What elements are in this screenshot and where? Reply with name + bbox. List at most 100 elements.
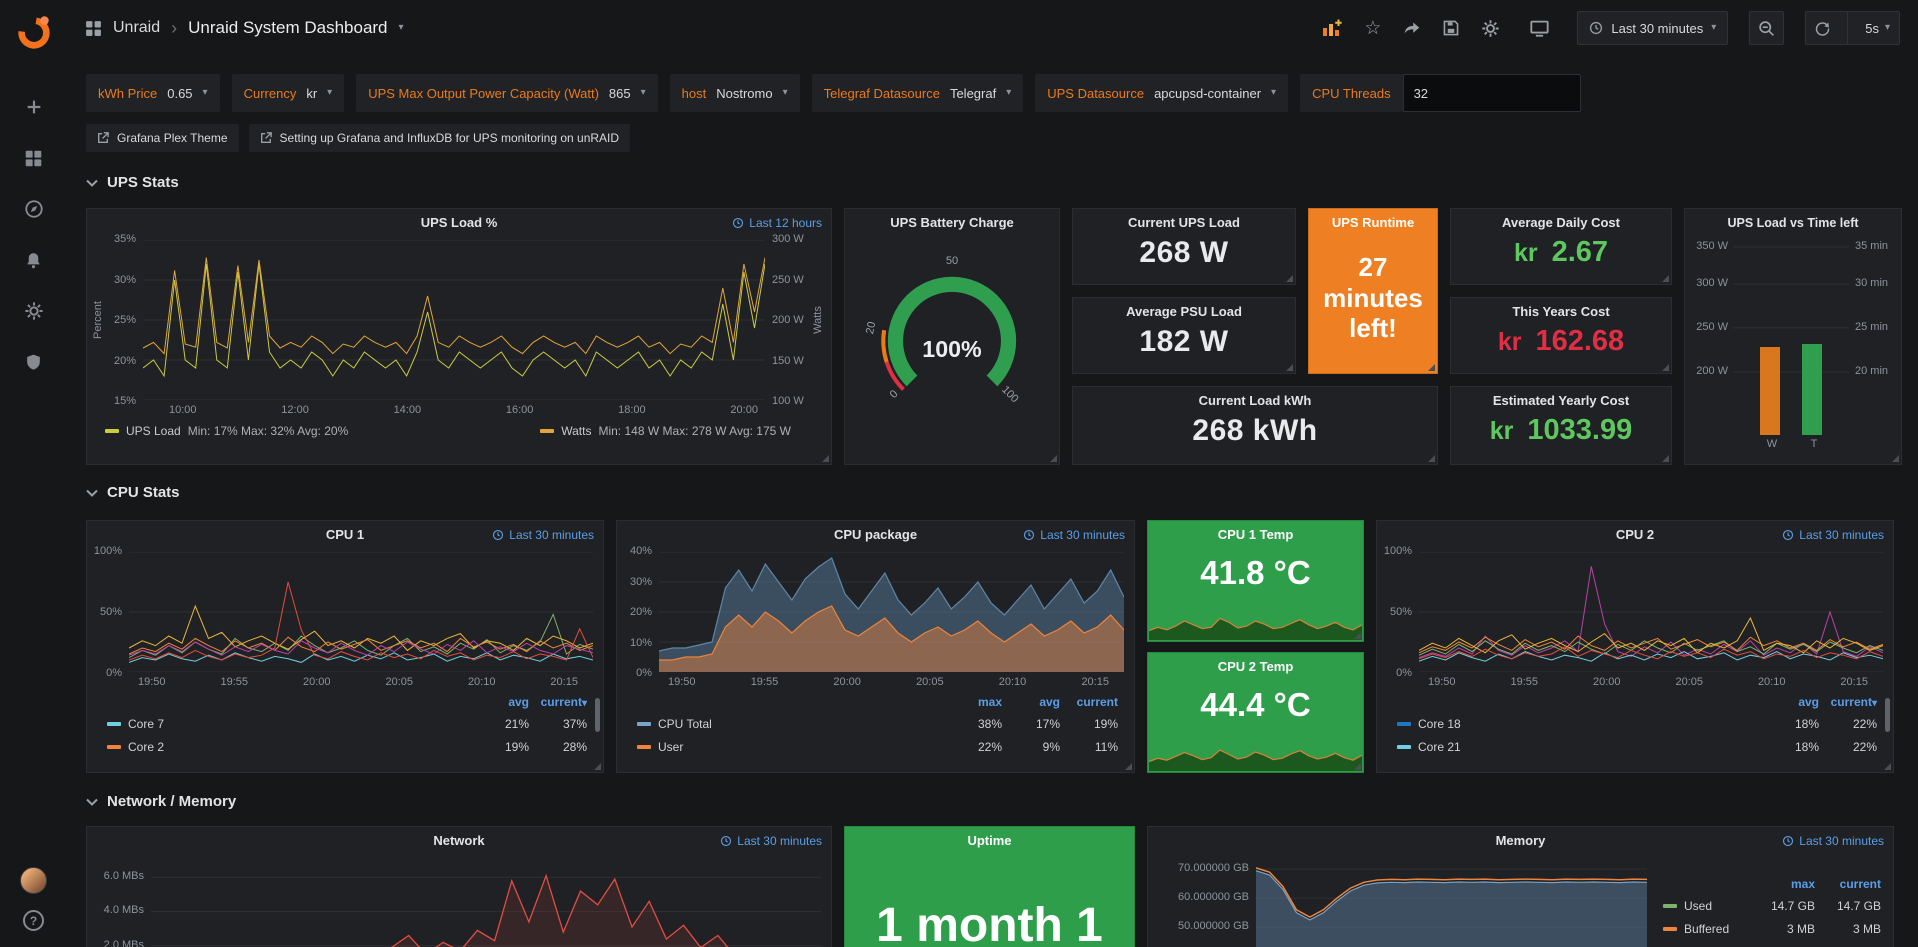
link-ups-monitoring-guide[interactable]: Setting up Grafana and InfluxDB for UPS … xyxy=(249,124,631,152)
legend-series-toggle[interactable]: Core 7 xyxy=(107,717,471,731)
zoom-out-button[interactable] xyxy=(1749,11,1784,45)
panel-title[interactable]: Current Load kWh xyxy=(1199,393,1312,408)
explore-icon[interactable] xyxy=(23,198,45,220)
legend-series-toggle[interactable]: Core 2 xyxy=(107,740,471,754)
dashboard-caret-icon[interactable]: ▾ xyxy=(399,23,404,33)
legend-scrollbar[interactable] xyxy=(595,698,600,732)
variable-telegraf-datasource[interactable]: Telegraf DatasourceTelegraf▾ xyxy=(812,74,1024,112)
help-icon[interactable]: ? xyxy=(23,910,44,931)
legend-series-toggle[interactable]: Core 18 xyxy=(1397,717,1761,731)
variable-kwh-price[interactable]: kWh Price0.65▾ xyxy=(86,74,220,112)
dashboard-title[interactable]: Unraid System Dashboard xyxy=(188,18,387,38)
apps-grid-icon[interactable] xyxy=(85,20,102,37)
legend-series-toggle[interactable]: Core 21 xyxy=(1397,740,1761,754)
refresh-button[interactable] xyxy=(1806,12,1839,44)
cpu2-chart[interactable] xyxy=(1419,552,1883,672)
panel-title[interactable]: CPU 2 Temp xyxy=(1218,659,1294,674)
legend-sort-current[interactable]: current xyxy=(1060,695,1118,709)
share-icon[interactable] xyxy=(1402,19,1421,38)
legend-series-ups-load[interactable]: UPS LoadMin: 17% Max: 32% Avg: 20% xyxy=(105,424,348,438)
panel-resize-handle[interactable] xyxy=(1050,455,1057,462)
avatar[interactable] xyxy=(20,867,47,894)
time-range-picker[interactable]: Last 30 minutes ▾ xyxy=(1577,11,1728,45)
ups-load-vs-time-chart[interactable] xyxy=(1733,240,1849,435)
cpu-package-chart[interactable] xyxy=(659,552,1124,672)
panel-title[interactable]: UPS Battery Charge xyxy=(890,215,1014,230)
alerting-icon[interactable] xyxy=(23,249,45,271)
variable-ups-max-power[interactable]: UPS Max Output Power Capacity (Watt)865▾ xyxy=(356,74,657,112)
panel-resize-handle[interactable] xyxy=(1428,364,1435,371)
add-panel-button[interactable] xyxy=(1321,18,1343,38)
grafana-logo[interactable] xyxy=(15,12,53,50)
legend-sort-avg[interactable]: avg xyxy=(1761,695,1819,709)
dashboards-icon[interactable] xyxy=(23,147,45,169)
configuration-gear-icon[interactable] xyxy=(23,300,45,322)
variable-currency[interactable]: Currencykr▾ xyxy=(232,74,345,112)
legend-sort-current[interactable]: current▾ xyxy=(529,695,587,709)
panel-resize-handle[interactable] xyxy=(1662,275,1669,282)
cpu1-chart[interactable] xyxy=(129,552,593,672)
bar-time-left[interactable] xyxy=(1802,344,1822,435)
legend-series-watts[interactable]: WattsMin: 148 W Max: 278 W Avg: 175 W xyxy=(540,424,791,438)
panel-title[interactable]: Memory xyxy=(1496,833,1546,848)
panel-title[interactable]: UPS Load % xyxy=(421,215,498,230)
legend-scrollbar[interactable] xyxy=(1885,698,1890,732)
panel-title[interactable]: CPU package xyxy=(834,527,917,542)
legend-series-toggle[interactable]: User xyxy=(637,740,944,754)
variable-ups-datasource[interactable]: UPS Datasourceapcupsd-container▾ xyxy=(1035,74,1288,112)
panel-title[interactable]: Uptime xyxy=(967,833,1011,848)
panel-title[interactable]: UPS Runtime xyxy=(1332,215,1414,230)
variable-host[interactable]: hostNostromo▾ xyxy=(670,74,800,112)
panel-resize-handle[interactable] xyxy=(1354,632,1361,639)
panel-title[interactable]: CPU 2 xyxy=(1616,527,1654,542)
panel-resize-handle[interactable] xyxy=(822,455,829,462)
legend-series-toggle[interactable]: CPU Total xyxy=(637,717,944,731)
ups-load-chart[interactable] xyxy=(143,240,765,400)
section-network-memory[interactable]: Network / Memory xyxy=(86,793,236,810)
panel-title[interactable]: Average Daily Cost xyxy=(1502,215,1620,230)
panel-resize-handle[interactable] xyxy=(1286,275,1293,282)
legend-sort-avg[interactable]: avg xyxy=(471,695,529,709)
panel-title[interactable]: CPU 1 xyxy=(326,527,364,542)
settings-gear-icon[interactable] xyxy=(1481,19,1500,38)
panel-title[interactable]: This Years Cost xyxy=(1512,304,1609,319)
save-icon[interactable] xyxy=(1442,19,1460,37)
legend-sort-avg[interactable]: avg xyxy=(1002,695,1060,709)
panel-title[interactable]: UPS Load vs Time left xyxy=(1727,216,1858,230)
panel-title[interactable]: Network xyxy=(433,833,484,848)
panel-resize-handle[interactable] xyxy=(1884,763,1891,770)
legend-sort-max[interactable]: max xyxy=(944,695,1002,709)
panel-resize-handle[interactable] xyxy=(1125,763,1132,770)
section-cpu-stats[interactable]: CPU Stats xyxy=(86,484,180,501)
legend-series-toggle[interactable]: Buffered xyxy=(1663,922,1753,936)
legend-sort-current[interactable]: current xyxy=(1815,877,1881,891)
panel-title[interactable]: Estimated Yearly Cost xyxy=(1493,393,1629,408)
axis-tick: 14:00 xyxy=(394,404,422,416)
legend-row: Buffered 3 MB 3 MB xyxy=(1663,917,1881,940)
panel-resize-handle[interactable] xyxy=(1892,455,1899,462)
cycle-view-monitor-icon[interactable] xyxy=(1529,18,1550,38)
legend-sort-max[interactable]: max xyxy=(1753,877,1815,891)
panel-resize-handle[interactable] xyxy=(1428,455,1435,462)
star-icon[interactable]: ☆ xyxy=(1364,17,1381,40)
create-icon[interactable] xyxy=(23,96,45,118)
panel-title[interactable]: CPU 1 Temp xyxy=(1218,527,1294,542)
memory-chart[interactable] xyxy=(1256,862,1647,947)
server-admin-shield-icon[interactable] xyxy=(23,351,45,373)
panel-resize-handle[interactable] xyxy=(1662,364,1669,371)
bar-watts[interactable] xyxy=(1760,347,1780,435)
panel-resize-handle[interactable] xyxy=(1662,455,1669,462)
panel-resize-handle[interactable] xyxy=(594,763,601,770)
cpu-threads-input[interactable] xyxy=(1403,74,1581,112)
link-grafana-plex-theme[interactable]: Grafana Plex Theme xyxy=(86,124,239,152)
section-ups-stats[interactable]: UPS Stats xyxy=(86,174,179,191)
refresh-interval-picker[interactable]: 5s ▾ xyxy=(1856,12,1899,44)
network-chart[interactable] xyxy=(151,862,821,947)
panel-title[interactable]: Current UPS Load xyxy=(1128,215,1240,230)
panel-resize-handle[interactable] xyxy=(1286,364,1293,371)
panel-resize-handle[interactable] xyxy=(1354,763,1361,770)
breadcrumb-app[interactable]: Unraid xyxy=(113,19,160,37)
panel-title[interactable]: Average PSU Load xyxy=(1126,304,1242,319)
legend-sort-current[interactable]: current▾ xyxy=(1819,695,1877,709)
legend-series-toggle[interactable]: Used xyxy=(1663,899,1753,913)
